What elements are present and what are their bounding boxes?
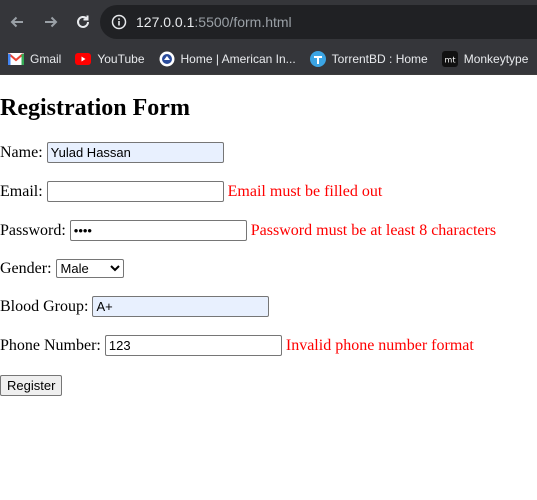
forward-button[interactable] (40, 11, 62, 33)
password-label: Password: (0, 221, 66, 239)
gender-select[interactable]: Male (55, 259, 124, 278)
phone-row: Phone Number: Invalid phone number forma… (0, 335, 474, 356)
blood-group-input[interactable] (92, 296, 270, 317)
bookmark-youtube[interactable]: YouTube (75, 51, 145, 67)
back-arrow-icon (10, 16, 23, 28)
gender-label: Gender: (0, 259, 52, 277)
bookmarks-bar: Gmail YouTube Home | American In... Torr… (0, 44, 537, 75)
back-button[interactable] (6, 11, 28, 33)
bookmark-torrentbd[interactable]: TorrentBD : Home (309, 51, 428, 67)
phone-input[interactable] (104, 335, 282, 356)
password-error: Password must be at least 8 characters (250, 221, 497, 239)
url-text: 127.0.0.1:5500/form.html (136, 14, 292, 30)
gmail-icon (8, 51, 24, 67)
name-input[interactable] (46, 142, 224, 163)
gender-row: Gender: Male (0, 259, 124, 278)
monkeytype-icon: mt (441, 51, 458, 67)
page-content: Registration Form Name: Email: Email mus… (0, 75, 537, 500)
site-info-icon[interactable] (110, 13, 128, 31)
address-bar[interactable]: 127.0.0.1:5500/form.html (100, 5, 537, 39)
torrentbd-icon (309, 51, 326, 67)
bookmark-label: TorrentBD : Home (331, 52, 428, 66)
form-title: Registration Form (0, 95, 190, 121)
bookmark-label: Home | American In... (180, 52, 296, 66)
register-button[interactable]: Register (0, 375, 63, 396)
name-row: Name: (0, 142, 224, 163)
browser-toolbar: 127.0.0.1:5500/form.html (0, 0, 537, 44)
bookmark-label: Gmail (30, 52, 62, 66)
email-label: Email: (0, 182, 43, 200)
blood-group-label: Blood Group: (0, 297, 89, 315)
email-error: Email must be filled out (227, 182, 383, 200)
phone-label: Phone Number: (0, 336, 101, 354)
bookmark-label: Monkeytype (463, 52, 529, 66)
american-icon (159, 51, 175, 67)
bookmark-american[interactable]: Home | American In... (159, 51, 296, 67)
svg-text:mt: mt (444, 56, 455, 65)
password-input[interactable] (69, 220, 247, 241)
bookmark-monkeytype[interactable]: mt Monkeytype (441, 51, 529, 67)
name-label: Name: (0, 143, 43, 161)
reload-icon (77, 15, 89, 28)
reload-button[interactable] (72, 11, 94, 33)
bookmark-label: YouTube (97, 52, 145, 66)
bookmark-gmail[interactable]: Gmail (8, 51, 61, 67)
email-row: Email: Email must be filled out (0, 181, 382, 202)
password-row: Password: Password must be at least 8 ch… (0, 220, 496, 241)
email-input[interactable] (46, 181, 224, 202)
phone-error: Invalid phone number format (285, 336, 474, 354)
forward-arrow-icon (45, 16, 58, 28)
youtube-icon (75, 51, 92, 67)
blood-group-row: Blood Group: (0, 296, 270, 317)
